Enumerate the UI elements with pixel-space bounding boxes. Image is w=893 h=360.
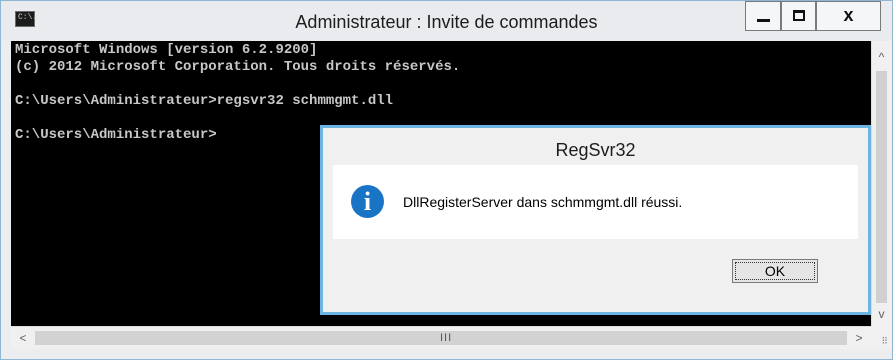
scroll-down-icon[interactable]: v <box>872 304 891 324</box>
close-icon: x <box>843 5 854 25</box>
console-line <box>11 109 871 126</box>
resize-grip[interactable]: ⠿ <box>871 326 891 349</box>
dialog-footer: OK <box>333 239 858 299</box>
scroll-left-icon[interactable]: < <box>13 327 33 349</box>
maximize-button[interactable] <box>781 1 816 31</box>
vertical-scroll-thumb[interactable] <box>876 71 887 303</box>
minimize-icon <box>757 19 770 22</box>
console-line: Microsoft Windows [version 6.2.9200] <box>15 42 318 58</box>
vertical-scrollbar[interactable]: ^ v <box>871 41 891 326</box>
dialog-title: RegSvr32 <box>555 140 636 160</box>
console-line: (c) 2012 Microsoft Corporation. Tous dro… <box>15 59 461 75</box>
ok-button-label: OK <box>764 263 786 279</box>
close-button[interactable]: x <box>816 1 881 31</box>
regsvr32-dialog: RegSvr32 i DllRegisterServer dans schmmg… <box>320 125 871 315</box>
resize-grip-icon: ⠿ <box>881 336 888 346</box>
scroll-grip-icon: III <box>440 332 453 344</box>
ok-button[interactable]: OK <box>732 259 818 283</box>
minimize-button[interactable] <box>745 1 781 31</box>
console-line: C:\Users\Administrateur>regsvr32 schmmgm… <box>15 93 394 109</box>
info-icon: i <box>351 185 384 218</box>
dialog-body: i DllRegisterServer dans schmmgmt.dll ré… <box>333 165 858 239</box>
horizontal-scrollbar[interactable]: < III > <box>11 326 871 349</box>
horizontal-scroll-thumb[interactable]: III <box>35 331 847 345</box>
console-line <box>11 75 871 92</box>
scroll-up-icon[interactable]: ^ <box>872 47 891 67</box>
scroll-right-icon[interactable]: > <box>849 327 869 349</box>
dialog-message: DllRegisterServer dans schmmgmt.dll réus… <box>403 194 683 210</box>
maximize-icon <box>793 10 805 21</box>
